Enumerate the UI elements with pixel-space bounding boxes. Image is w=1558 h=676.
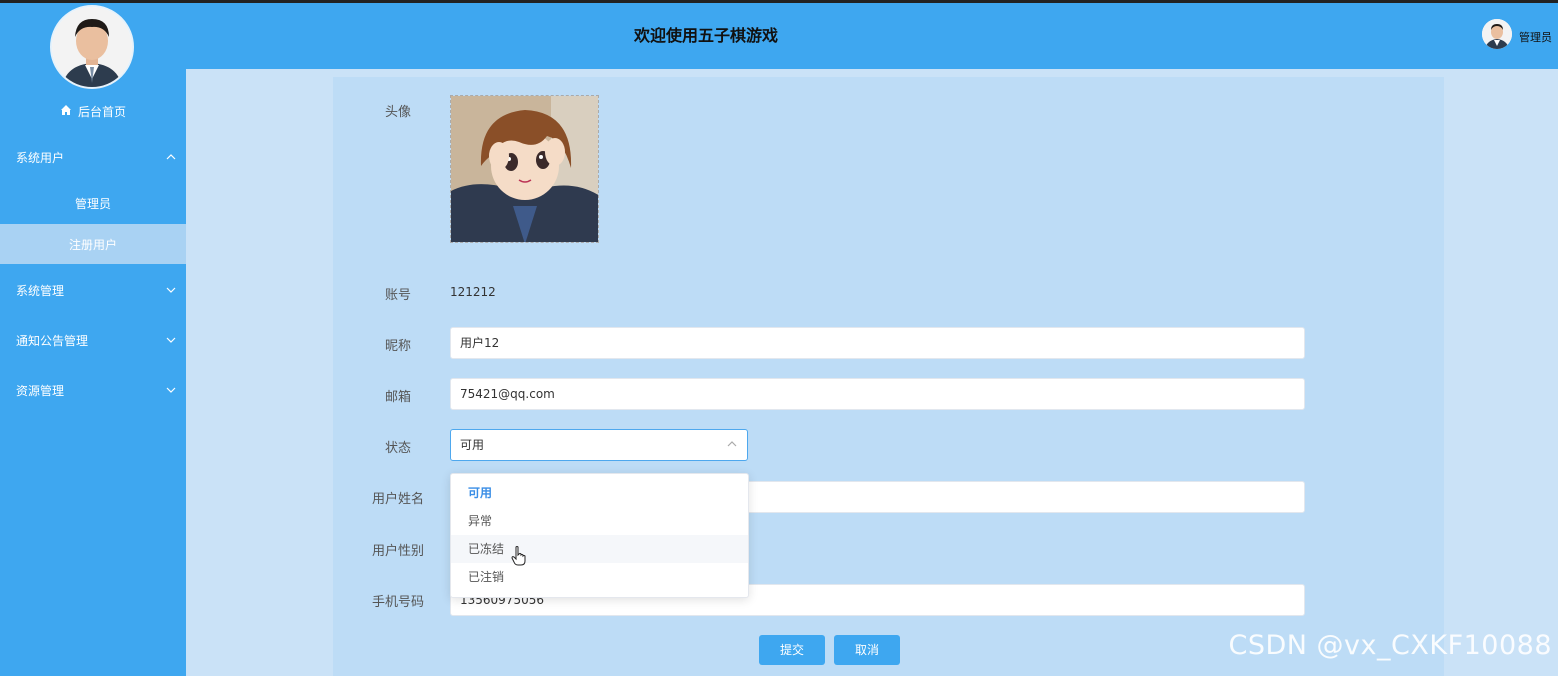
user-avatar[interactable]	[1482, 19, 1512, 49]
sidebar-group-resource-management[interactable]: 资源管理	[0, 370, 186, 410]
sidebar-group-label: 通知公告管理	[16, 333, 89, 348]
chevron-up-icon	[727, 430, 737, 460]
home-icon	[60, 104, 72, 119]
sidebar-group-notice-management[interactable]: 通知公告管理	[0, 320, 186, 360]
dropdown-option-frozen[interactable]: 已冻结	[451, 535, 748, 563]
cancel-button[interactable]: 取消	[834, 635, 900, 665]
dropdown-option-cancelled[interactable]: 已注销	[451, 563, 748, 591]
sidebar-group-system-management[interactable]: 系统管理	[0, 270, 186, 310]
nickname-input[interactable]: 用户12	[450, 327, 1305, 359]
account-value: 121212	[450, 285, 496, 299]
sidebar-group-label: 资源管理	[16, 383, 65, 398]
email-label: 邮箱	[384, 390, 411, 405]
email-input[interactable]: 75421@qq.com	[450, 378, 1305, 410]
phone-label: 手机号码	[371, 595, 424, 610]
hand-cursor-icon	[511, 546, 527, 571]
avatar-label: 头像	[384, 105, 411, 120]
sidebar-item-admin[interactable]: 管理员	[0, 183, 186, 223]
sidebar-group-label: 系统管理	[16, 283, 65, 298]
status-label: 状态	[384, 441, 411, 456]
status-dropdown: 可用 异常 已冻结 已注销	[450, 473, 749, 598]
chevron-down-icon	[156, 335, 186, 346]
sidebar-home[interactable]: 后台首页	[0, 99, 186, 123]
nickname-label: 昵称	[384, 339, 411, 354]
sidebar-item-label: 管理员	[74, 196, 111, 211]
chevron-up-icon	[156, 152, 186, 163]
sidebar-item-registered-users[interactable]: 注册用户	[0, 224, 186, 264]
sidebar-group-label: 系统用户	[16, 150, 65, 165]
submit-button[interactable]: 提交	[759, 635, 825, 665]
status-select-value: 可用	[460, 438, 485, 452]
admin-avatar	[50, 5, 134, 89]
user-photo[interactable]	[450, 95, 599, 243]
watermark-text: CSDN @vx_CXKF10088	[1228, 630, 1552, 661]
chevron-down-icon	[156, 385, 186, 396]
name-label: 用户姓名	[371, 492, 424, 507]
status-select[interactable]: 可用	[450, 429, 748, 461]
top-header: 欢迎使用五子棋游戏 管理员	[186, 3, 1558, 69]
sidebar: 后台首页 系统用户 管理员 注册用户 系统管理 通知公告管理 资源管理	[0, 3, 186, 676]
sidebar-group-system-users[interactable]: 系统用户	[0, 137, 186, 177]
page-title: 欢迎使用五子棋游戏	[633, 26, 778, 45]
user-name[interactable]: 管理员	[1519, 29, 1552, 45]
dropdown-option-abnormal[interactable]: 异常	[451, 507, 748, 535]
account-label: 账号	[384, 288, 411, 303]
chevron-down-icon	[156, 285, 186, 296]
gender-label: 用户性别	[371, 544, 424, 559]
sidebar-home-label: 后台首页	[77, 104, 126, 119]
sidebar-item-label: 注册用户	[68, 237, 117, 252]
dropdown-option-available[interactable]: 可用	[451, 479, 748, 507]
